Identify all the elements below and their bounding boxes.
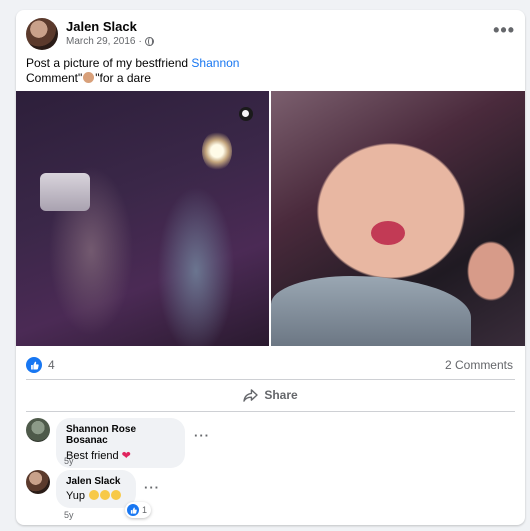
comment-reaction-count: 1 [142,505,148,515]
hoodie [271,276,471,346]
reactions-bar: 4 2 Comments [26,355,515,375]
photo-bathroom-selfie[interactable] [16,91,269,346]
grinning-face-emoji-icon [111,490,122,500]
share-button[interactable]: Share [26,382,515,408]
share-label: Share [264,388,298,402]
post-meta: March 29, 2016 · [66,36,154,47]
globe-icon[interactable] [144,37,154,46]
comment-time[interactable]: 5y [64,510,74,520]
heart-emoji-icon: ❤ [121,450,131,462]
post-author-name[interactable]: Jalen Slack [66,19,137,34]
comment-options-icon[interactable]: ··· [194,428,210,443]
face-emoji-icon [83,72,95,83]
like-reaction-icon [127,504,139,516]
post-header: Jalen Slack March 29, 2016 · ••• [26,18,515,50]
comment-options-icon[interactable]: ··· [144,480,160,495]
post-card: Jalen Slack March 29, 2016 · ••• Post a … [16,10,525,525]
meta-separator: · [138,36,142,47]
more-options-icon[interactable]: ••• [493,21,515,39]
comment-count-link[interactable]: 2 Comments [445,358,513,372]
photo-grid [16,91,525,346]
share-icon [243,388,259,402]
photo-kissy-face[interactable] [271,91,525,346]
comment-text: Yup [66,490,85,502]
commenter-avatar[interactable] [26,470,50,494]
like-count[interactable]: 4 [48,358,55,372]
grinning-face-emoji-icon [100,490,111,500]
post-text: Post a picture of my bestfriend Shannon … [26,56,239,86]
comment-item: Shannon Rose Bosanac Best friend ❤ ··· 5… [26,418,515,468]
post-text-line1: Post a picture of my bestfriend [26,56,192,70]
comment-item: Jalen Slack Yup ··· 5y 1 [26,470,515,522]
comment-bubble: Jalen Slack Yup [56,470,136,508]
post-date[interactable]: March 29, 2016 [66,36,136,47]
camera-flash [202,131,232,171]
author-avatar[interactable] [26,18,58,50]
comment-bubble: Shannon Rose Bosanac Best friend ❤ [56,418,185,468]
like-reaction-icon[interactable] [26,357,42,373]
lips [371,221,405,245]
divider-top [26,379,515,380]
divider-bottom [26,411,515,412]
commenter-name[interactable]: Jalen Slack [66,476,126,487]
post-text-line2-prefix: Comment" [26,71,83,85]
commenter-avatar[interactable] [26,418,50,442]
comment-time[interactable]: 5y [64,456,74,466]
moon-filter-icon [239,107,253,121]
commenter-name[interactable]: Shannon Rose Bosanac [66,424,175,446]
grinning-face-emoji-icon [89,490,100,500]
post-text-line2-suffix: "for a dare [95,71,151,85]
hand-dryer [40,173,90,211]
mention-link[interactable]: Shannon [191,56,239,70]
comment-reaction-badge[interactable]: 1 [125,502,152,518]
